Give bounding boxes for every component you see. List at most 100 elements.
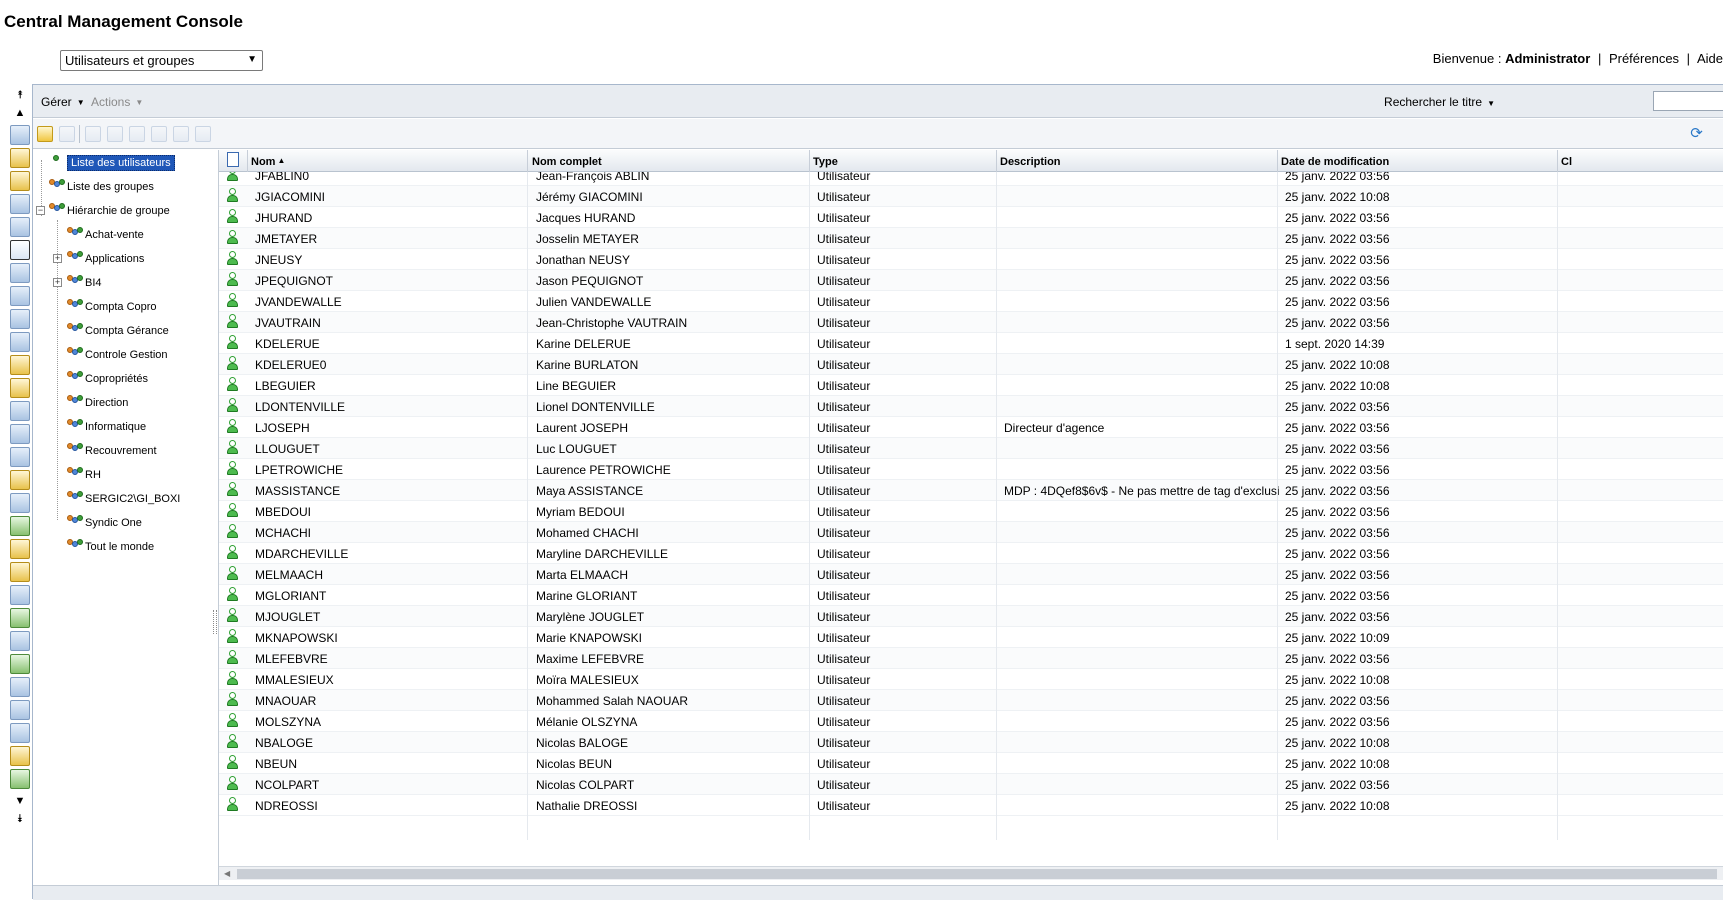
query-results-icon[interactable] <box>10 677 30 697</box>
repository-icon[interactable] <box>10 746 30 766</box>
table-row[interactable]: MELMAACH Marta ELMAACH Utilisateur 25 janv.… <box>219 564 1723 585</box>
table-row[interactable]: MJOUGLET Marylène JOUGLET Utilisateur 25 ja… <box>219 606 1723 627</box>
settings-icon[interactable] <box>10 447 30 467</box>
users-and-groups-icon[interactable] <box>10 240 30 260</box>
promotion-icon[interactable] <box>10 631 30 651</box>
tree-group-node[interactable]: Informatique <box>67 418 146 436</box>
table-row[interactable]: NBEUN Nicolas BEUN Utilisateur 25 janv. 202… <box>219 753 1723 774</box>
events-icon[interactable] <box>10 401 30 421</box>
pane-splitter[interactable] <box>213 610 217 634</box>
expand-icon[interactable]: + <box>53 278 62 287</box>
server-groups-icon[interactable] <box>10 309 30 329</box>
column-header-description[interactable]: Description <box>1000 156 1061 168</box>
table-row[interactable]: LDONTENVILLE Lionel DONTENVILLE Utilisateu… <box>219 396 1723 417</box>
tree-group-node[interactable]: Applications <box>67 250 144 268</box>
table-row[interactable]: MLEFEBVRE Maxime LEFEBVRE Utilisateur 25 ja… <box>219 648 1723 669</box>
tree-item-group-hierarchy[interactable]: Hiérarchie de groupe <box>49 202 170 220</box>
table-row[interactable]: NBALOGE Nicolas BALOGE Utilisateur 25 janv.… <box>219 732 1723 753</box>
table-row[interactable]: MNAOUAR Mohammed Salah NAOUAR Utilisateur 2… <box>219 690 1723 711</box>
table-row[interactable]: MASSISTANCE Maya ASSISTANCE Utilisateur MDP… <box>219 480 1723 501</box>
tree-group-node[interactable]: Recouvrement <box>67 442 157 460</box>
scroll-bottom-icon[interactable]: ⯯ <box>8 810 32 828</box>
folders-icon[interactable] <box>10 148 30 168</box>
tree-group-node[interactable]: Compta Gérance <box>67 322 169 340</box>
table-row[interactable]: KDELERUE Karine DELERUE Utilisateur 1 sept.… <box>219 333 1723 354</box>
hierarchy-icon[interactable] <box>195 126 211 142</box>
scroll-up-icon[interactable]: ▲ <box>8 104 32 122</box>
access-levels-icon[interactable] <box>10 424 30 444</box>
search-scope-dropdown[interactable]: Rechercher le titre ▼ <box>1384 95 1495 109</box>
table-row[interactable]: MCHACHI Mohamed CHACHI Utilisateur 25 janv.… <box>219 522 1723 543</box>
calendars-icon[interactable] <box>10 378 30 398</box>
auditing-icon[interactable] <box>10 470 30 490</box>
servers-icon[interactable] <box>10 286 30 306</box>
manage-menu[interactable]: Gérer ▼ <box>41 95 85 109</box>
collapse-icon[interactable]: − <box>36 206 45 215</box>
join-group-icon[interactable] <box>129 126 145 142</box>
instances-icon[interactable] <box>10 608 30 628</box>
delete-icon[interactable] <box>173 126 189 142</box>
table-row[interactable]: MMALESIEUX Moïra MALESIEUX Utilisateur 25 j… <box>219 669 1723 690</box>
tree-group-node[interactable]: Controle Gestion <box>67 346 168 364</box>
scroll-left-icon[interactable]: ◀ <box>224 867 230 881</box>
refresh-icon[interactable]: ⟳ <box>1688 125 1705 142</box>
cryptographic-keys-icon[interactable] <box>10 700 30 720</box>
monitoring-icon[interactable] <box>10 654 30 674</box>
table-row[interactable]: JPEQUIGNOT Jason PEQUIGNOT Utilisateur 25 j… <box>219 270 1723 291</box>
tree-group-node[interactable]: BI4 <box>67 274 102 292</box>
tree-group-node[interactable]: Tout le monde <box>67 538 154 556</box>
personal-folders-icon[interactable] <box>10 171 30 191</box>
security-icon[interactable] <box>10 539 30 559</box>
horizontal-scrollbar[interactable]: ◀ <box>219 866 1723 880</box>
license-keys-icon[interactable] <box>10 562 30 582</box>
properties-icon[interactable] <box>85 126 101 142</box>
expand-icon[interactable]: + <box>53 254 62 263</box>
authentication-icon[interactable] <box>10 516 30 536</box>
tree-group-node[interactable]: Achat-vente <box>67 226 144 244</box>
connections-icon[interactable] <box>10 332 30 352</box>
copy-icon[interactable] <box>151 126 167 142</box>
scrollbar-thumb[interactable] <box>237 869 1717 879</box>
area-dropdown[interactable]: Utilisateurs et groupes ▼ <box>60 50 263 71</box>
column-header-name[interactable]: Nom ▲ <box>251 156 285 168</box>
table-row[interactable]: MBEDOUI Myriam BEDOUI Utilisateur 25 janv. … <box>219 501 1723 522</box>
tree-item-group-list[interactable]: Liste des groupes <box>49 178 154 196</box>
actions-menu[interactable]: Actions ▼ <box>91 95 143 109</box>
table-row[interactable]: MOLSZYNA Mélanie OLSZYNA Utilisateur 25 jan… <box>219 711 1723 732</box>
table-row[interactable]: JMETAYER Josselin METAYER Utilisateur 25 ja… <box>219 228 1723 249</box>
replication-icon[interactable] <box>10 769 30 789</box>
federation-icon[interactable] <box>10 585 30 605</box>
inboxes-icon[interactable] <box>10 263 30 283</box>
tree-group-node[interactable]: Copropriétés <box>67 370 148 388</box>
table-row[interactable]: LPETROWICHE Laurence PETROWICHE Utilisateu… <box>219 459 1723 480</box>
table-row[interactable]: NCOLPART Nicolas COLPART Utilisateur 25 jan… <box>219 774 1723 795</box>
preferences-link[interactable]: Préférences <box>1609 51 1679 66</box>
table-row[interactable]: LBEGUIER Line BEGUIER Utilisateur 25 janv. … <box>219 375 1723 396</box>
cmc-home-icon[interactable] <box>10 125 30 145</box>
help-link[interactable]: Aide <box>1697 51 1723 66</box>
column-header-type[interactable]: Type <box>813 156 838 168</box>
personal-categories-icon[interactable] <box>10 217 30 237</box>
scroll-top-icon[interactable]: ⯭ <box>8 86 32 104</box>
table-row[interactable]: MGLORIANT Marine GLORIANT Utilisateur 25 ja… <box>219 585 1723 606</box>
table-row[interactable]: JGIACOMINI Jérémy GIACOMINI Utilisateur 25 … <box>219 186 1723 207</box>
categories-icon[interactable] <box>10 194 30 214</box>
table-row[interactable]: JHURAND Jacques HURAND Utilisateur 25 janv.… <box>219 207 1723 228</box>
universes-icon[interactable] <box>10 723 30 743</box>
table-row[interactable]: JVAUTRAIN Jean-Christophe VAUTRAIN Utilisa… <box>219 312 1723 333</box>
table-row[interactable]: NDREOSSI Nathalie DREOSSI Utilisateur 25 ja… <box>219 795 1723 816</box>
tree-group-node[interactable]: SERGIC2\GI_BOXI <box>67 490 180 508</box>
column-header-cl[interactable]: Cl <box>1561 156 1572 168</box>
sessions-icon[interactable] <box>10 493 30 513</box>
search-input[interactable] <box>1653 91 1723 111</box>
tree-group-node[interactable]: Direction <box>67 394 128 412</box>
table-row[interactable]: LLOUGUET Luc LOUGUET Utilisateur 25 janv. 2… <box>219 438 1723 459</box>
table-row[interactable]: KDELERUE0 Karine BURLATON Utilisateur 25 ja… <box>219 354 1723 375</box>
table-row[interactable]: MKNAPOWSKI Marie KNAPOWSKI Utilisateur 25 j… <box>219 627 1723 648</box>
tree-item-user-list[interactable]: Liste des utilisateurs <box>49 154 175 172</box>
column-header-modified[interactable]: Date de modification <box>1281 156 1389 168</box>
applications-icon[interactable] <box>10 355 30 375</box>
user-security-icon[interactable] <box>107 126 123 142</box>
tree-group-node[interactable]: RH <box>67 466 101 484</box>
tree-group-node[interactable]: Syndic One <box>67 514 142 532</box>
